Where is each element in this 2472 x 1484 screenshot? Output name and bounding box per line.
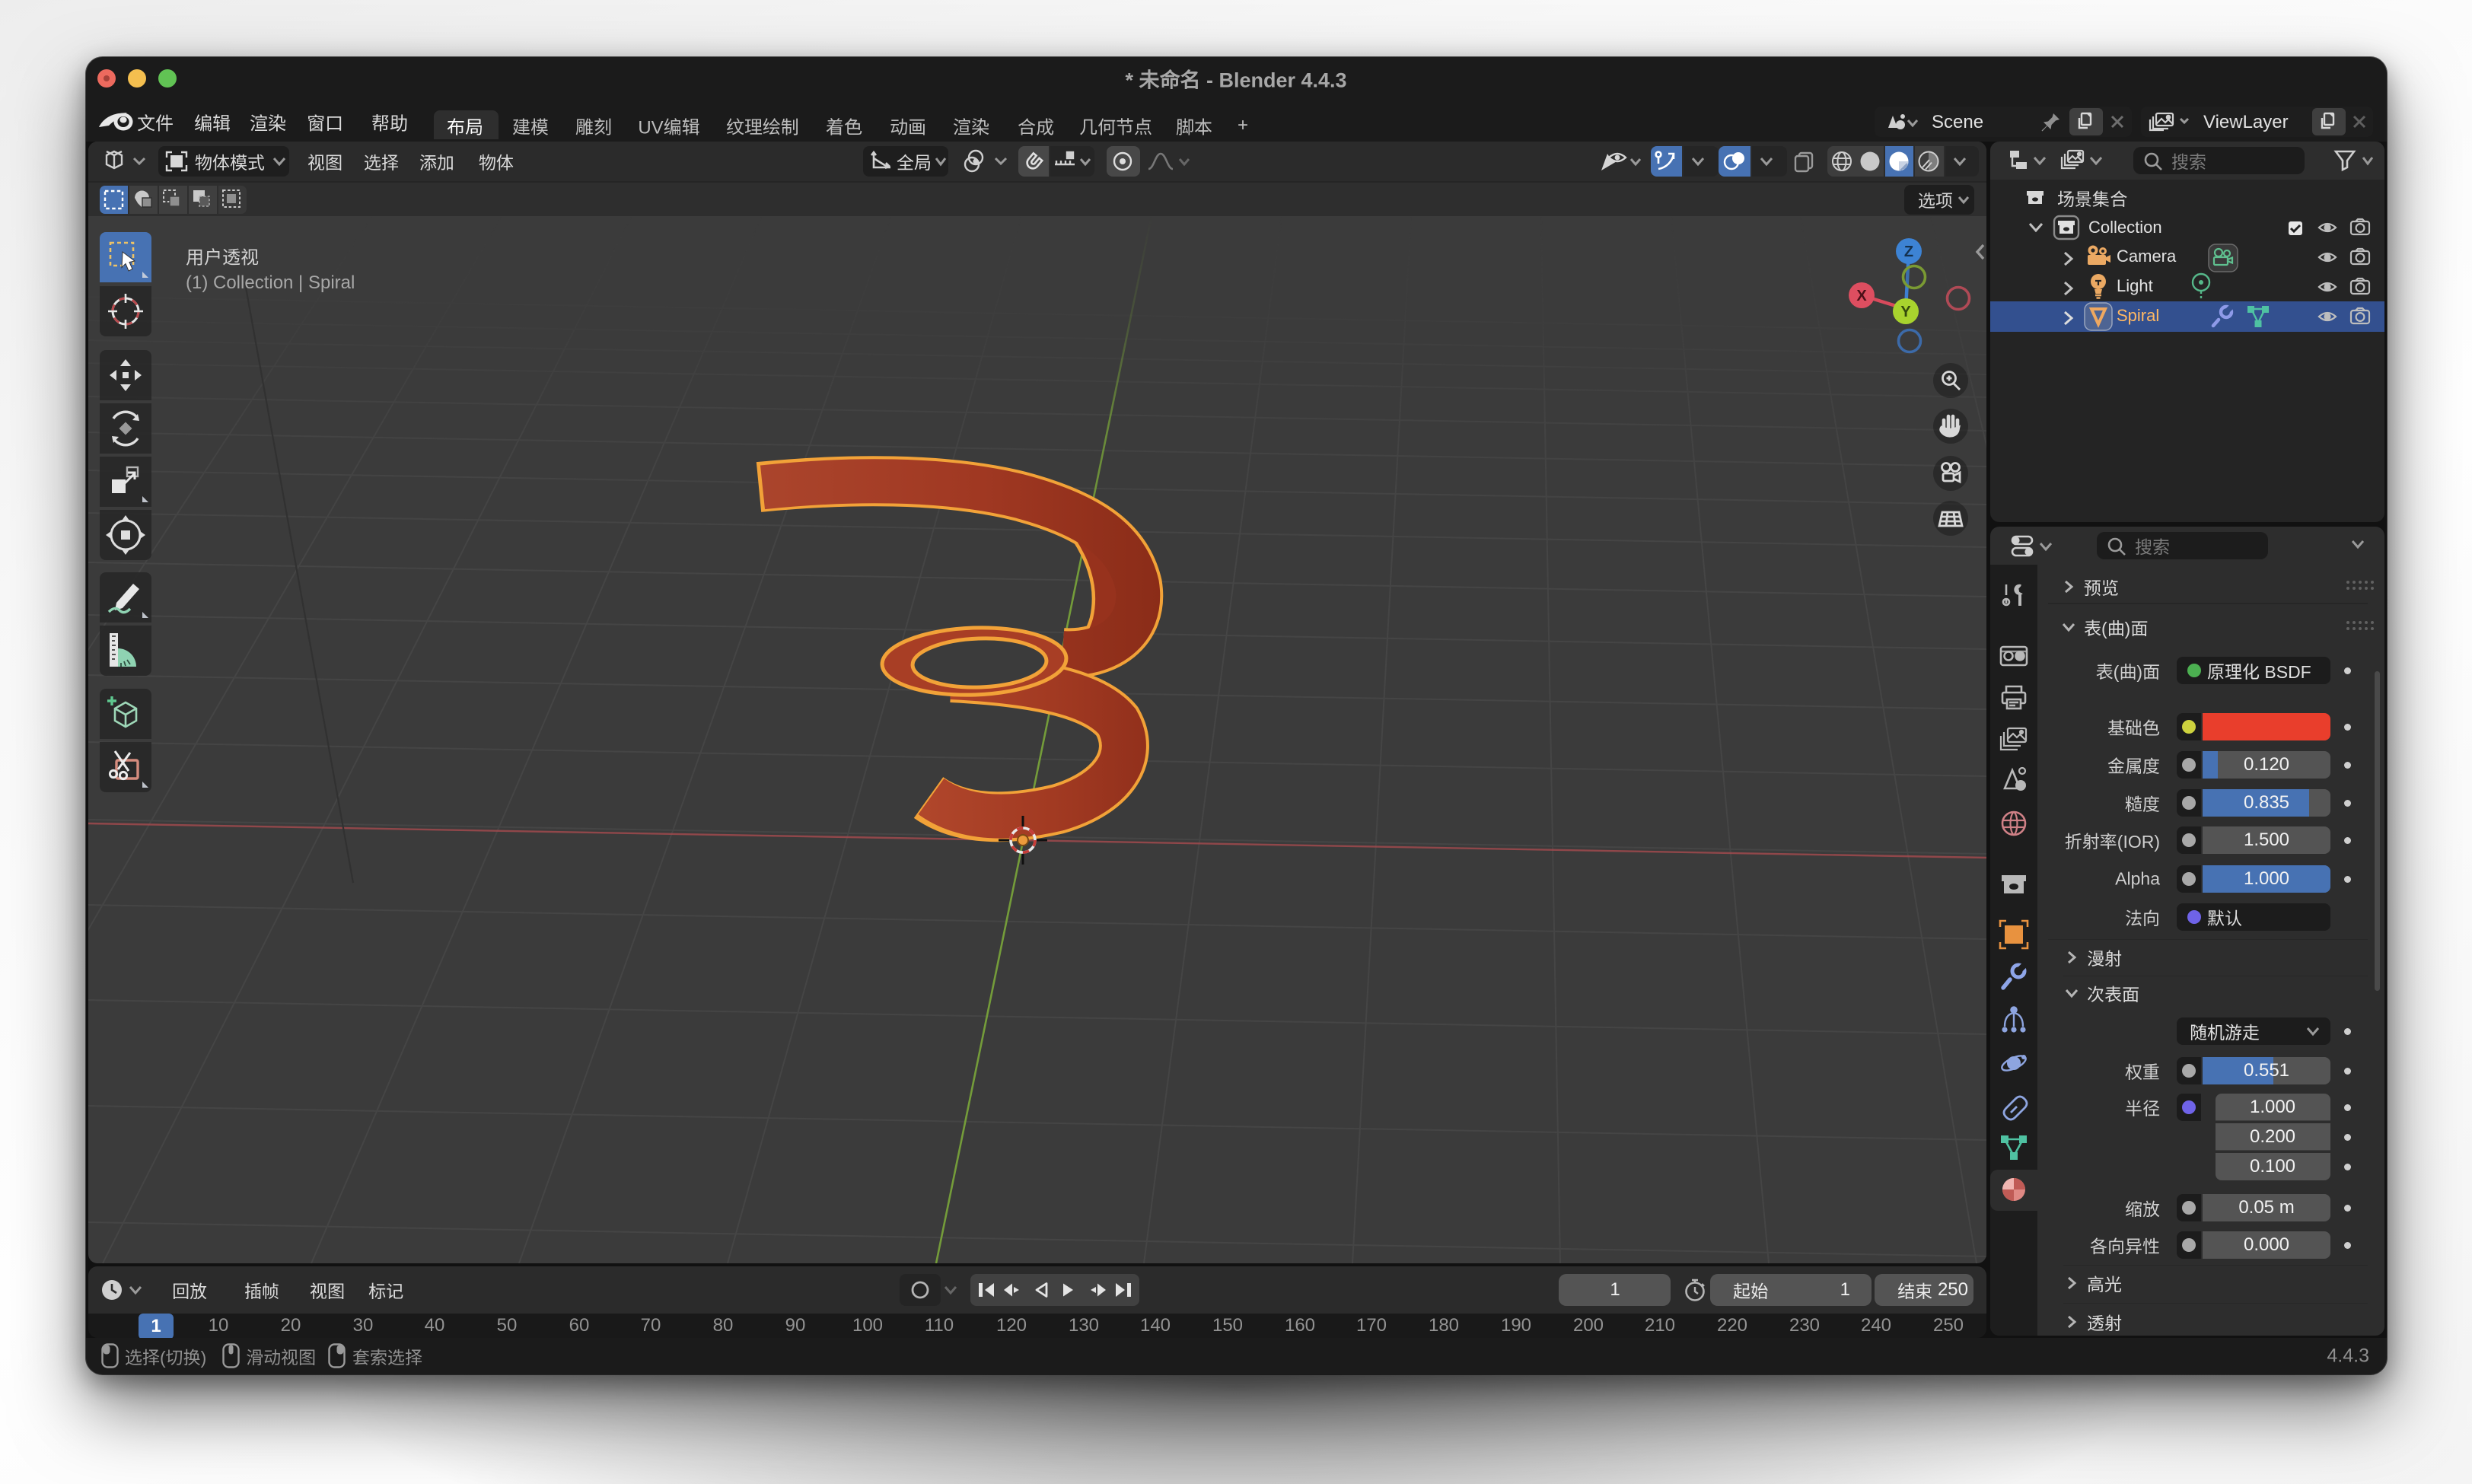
svg-text:Y: Y (1900, 304, 1911, 320)
svg-text:X: X (1856, 288, 1867, 304)
svg-text:Z: Z (1904, 244, 1913, 260)
